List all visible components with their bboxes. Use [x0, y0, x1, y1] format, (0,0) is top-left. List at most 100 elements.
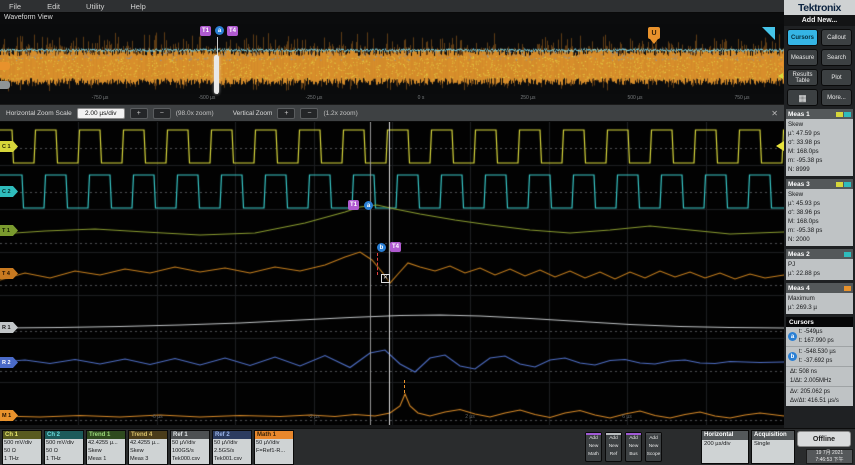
horizontal-panel-title: Horizontal — [702, 431, 748, 440]
v-zoom-in-button[interactable]: + — [277, 107, 296, 119]
add-new-ref-button[interactable]: Add New Ref — [605, 432, 622, 462]
ref2-badge[interactable]: Ref 2 50 µV/div 2.5GS/s Tek001.csv — [212, 430, 252, 465]
trigger-position-icon[interactable]: U — [648, 27, 660, 39]
horizontal-panel[interactable]: Horizontal 200 µs/div — [701, 430, 749, 464]
meas-line: µ': 45.93 ps — [788, 200, 820, 207]
meas-line: µ': 22.88 ps — [788, 270, 820, 277]
trigger-level-arrow-icon[interactable] — [776, 141, 784, 151]
search-button[interactable]: Search — [821, 49, 852, 66]
cursors-results-panel[interactable]: Cursors a t: -549µs t: 167.990 ps b t: -… — [786, 317, 853, 406]
plot-button[interactable]: Plot — [821, 69, 852, 86]
cursor-delta-v-values: Δv: 205.062 ps Δv/Δt: 416.51 µs/s — [790, 388, 839, 405]
overview-zoom-icon[interactable] — [762, 27, 775, 40]
meas4-header[interactable]: Meas 4 — [786, 283, 853, 293]
trend4-badge[interactable]: Trend 4 42.4255 µ... Skew Meas 3 — [128, 430, 168, 465]
source-chip — [844, 181, 851, 187]
overview-ref-handle[interactable] — [0, 81, 10, 89]
meas-line: µ': 269.3 µ — [788, 304, 817, 311]
more-button[interactable]: More... — [821, 89, 852, 106]
ref2-badge-title: Ref 2 — [213, 431, 251, 439]
cursor-a-circle[interactable]: a — [364, 201, 373, 210]
h-zoom-in-button[interactable]: + — [129, 107, 148, 119]
ch2-badge-body: 500 mV/div 50 Ω 1 THz — [45, 439, 83, 464]
results-table-button[interactable]: Results Table — [787, 69, 818, 86]
ref1-badge-title: Ref 1 — [171, 431, 209, 439]
overview-ch1-handle[interactable] — [0, 62, 10, 70]
overview-cursor-a-badge[interactable]: T1 — [200, 26, 212, 36]
acquisition-panel[interactable]: Acquisition Single — [751, 430, 795, 464]
add-new-scope-button[interactable]: Add New Scope — [645, 432, 662, 462]
cursors-button[interactable]: Cursors — [787, 29, 818, 46]
meas2-panel[interactable]: Meas 2 PJ µ': 22.88 ps — [786, 249, 853, 280]
meas1-title: Meas 1 — [788, 110, 810, 118]
time-text: 7:46:53 下午 — [815, 456, 844, 463]
badge-line: 42.4255 µ... — [88, 440, 118, 446]
badge-line: 50 µV/div — [256, 440, 280, 446]
v-zoom-readout: (1.2x zoom) — [323, 109, 358, 117]
ch2-badge-title: Ch 2 — [45, 431, 83, 439]
ref1-badge[interactable]: Ref 1 50 µV/div 100GS/s Tek000.csv — [170, 430, 210, 465]
badge-line: 500 mV/div — [46, 440, 74, 446]
cursor-a-source-badge[interactable]: T1 — [348, 200, 360, 210]
trend1-badge[interactable]: Trend 1 42.4255 µ... Skew Meas 1 — [86, 430, 126, 465]
callout-button[interactable]: Callout — [821, 29, 852, 46]
ch1-badge-title: Ch 1 — [3, 431, 41, 439]
overview-cursor-a-circle[interactable]: a — [215, 26, 224, 35]
ref1-badge-body: 50 µV/div 100GS/s Tek000.csv — [171, 439, 209, 464]
meas2-header[interactable]: Meas 2 — [786, 249, 853, 259]
trend1-badge-body: 42.4255 µ... Skew Meas 1 — [87, 439, 125, 464]
main-time-label: -2 µs — [308, 414, 320, 420]
main-waveform-canvas[interactable] — [0, 122, 784, 425]
overview-cursor-b-badge[interactable]: T4 — [227, 26, 239, 36]
h-zoom-out-button[interactable]: − — [152, 107, 171, 119]
menu-utility[interactable]: Utility — [86, 2, 104, 11]
add-new-bus-button[interactable]: Add New Bus — [625, 432, 642, 462]
overview-time-label: -750 µs — [91, 95, 109, 101]
badge-line: Tek000.csv — [172, 456, 200, 463]
badge-line: 2.5GS/s — [214, 448, 235, 455]
math-peak-marker — [404, 380, 405, 393]
ch1-badge[interactable]: Ch 1 500 mV/div 50 Ω 1 THz — [2, 430, 42, 465]
meas3-header[interactable]: Meas 3 — [786, 179, 853, 189]
cursor-b-circle[interactable]: b — [377, 243, 386, 252]
button-line: New — [648, 444, 659, 449]
meas1-panel[interactable]: Meas 1 Skew µ': 47.59 ps σ': 33.98 ps M:… — [786, 109, 853, 176]
meas3-panel[interactable]: Meas 3 Skew µ': 45.93 ps σ': 38.96 ps M:… — [786, 179, 853, 246]
menu-edit[interactable]: Edit — [47, 2, 60, 11]
meas1-header[interactable]: Meas 1 — [786, 109, 853, 119]
meas-line: Skew — [788, 191, 804, 198]
source-chip — [836, 181, 843, 187]
trigger-position-tail — [650, 39, 658, 44]
zoom-toolbar: Horizontal Zoom Scale + − (98.0x zoom) V… — [0, 105, 784, 122]
cursor-b-source-badge[interactable]: T4 — [390, 242, 402, 252]
meas1-body: Skew µ': 47.59 ps σ': 33.98 ps M: 168.0p… — [786, 119, 853, 176]
menu-file[interactable]: File — [9, 2, 21, 11]
cursors-panel-title: Cursors — [786, 317, 853, 327]
h-zoom-scale-input[interactable] — [76, 107, 125, 119]
overview-cursor-handle[interactable] — [214, 55, 219, 94]
tektronix-logo: Tektronix — [784, 0, 855, 15]
overview-waveform-canvas[interactable] — [0, 24, 784, 94]
v-zoom-out-button[interactable]: − — [300, 107, 319, 119]
zoom-close-icon[interactable]: ✕ — [771, 109, 778, 118]
meas1-source-chips — [836, 111, 851, 117]
button-line: Add — [649, 436, 658, 441]
ch2-badge[interactable]: Ch 2 500 mV/div 50 Ω 1 THz — [44, 430, 84, 465]
measure-button[interactable]: Measure — [787, 49, 818, 66]
ref2-badge-body: 50 µV/div 2.5GS/s Tek001.csv — [213, 439, 251, 464]
meas3-title: Meas 3 — [788, 180, 810, 188]
cursor-delta-v-row: Δv: 205.062 ps Δv/Δt: 416.51 µs/s — [786, 387, 853, 406]
overview-right-marker2-icon — [778, 73, 783, 79]
main-time-label: -6 µs — [151, 414, 163, 420]
cursor-b-time: t: -548.530 µs — [799, 349, 836, 355]
math1-badge[interactable]: Math 1 50 µV/div F=Ref1-R... — [254, 430, 294, 465]
menu-help[interactable]: Help — [130, 2, 145, 11]
grid-icon-button[interactable]: ▦ — [787, 89, 818, 106]
add-new-math-button[interactable]: Add New Math — [585, 432, 602, 462]
meas4-panel[interactable]: Meas 4 Maximum µ': 269.3 µ — [786, 283, 853, 314]
offline-button[interactable]: Offline — [797, 431, 851, 447]
meas-line: N: 2000 — [788, 236, 810, 243]
meas-line: σ': 38.96 ps — [788, 209, 821, 216]
cursor-b-crosshair-icon[interactable]: ✕ — [381, 274, 390, 283]
right-sidebar: Tektronix Add New... Cursors Callout Mea… — [784, 0, 855, 428]
